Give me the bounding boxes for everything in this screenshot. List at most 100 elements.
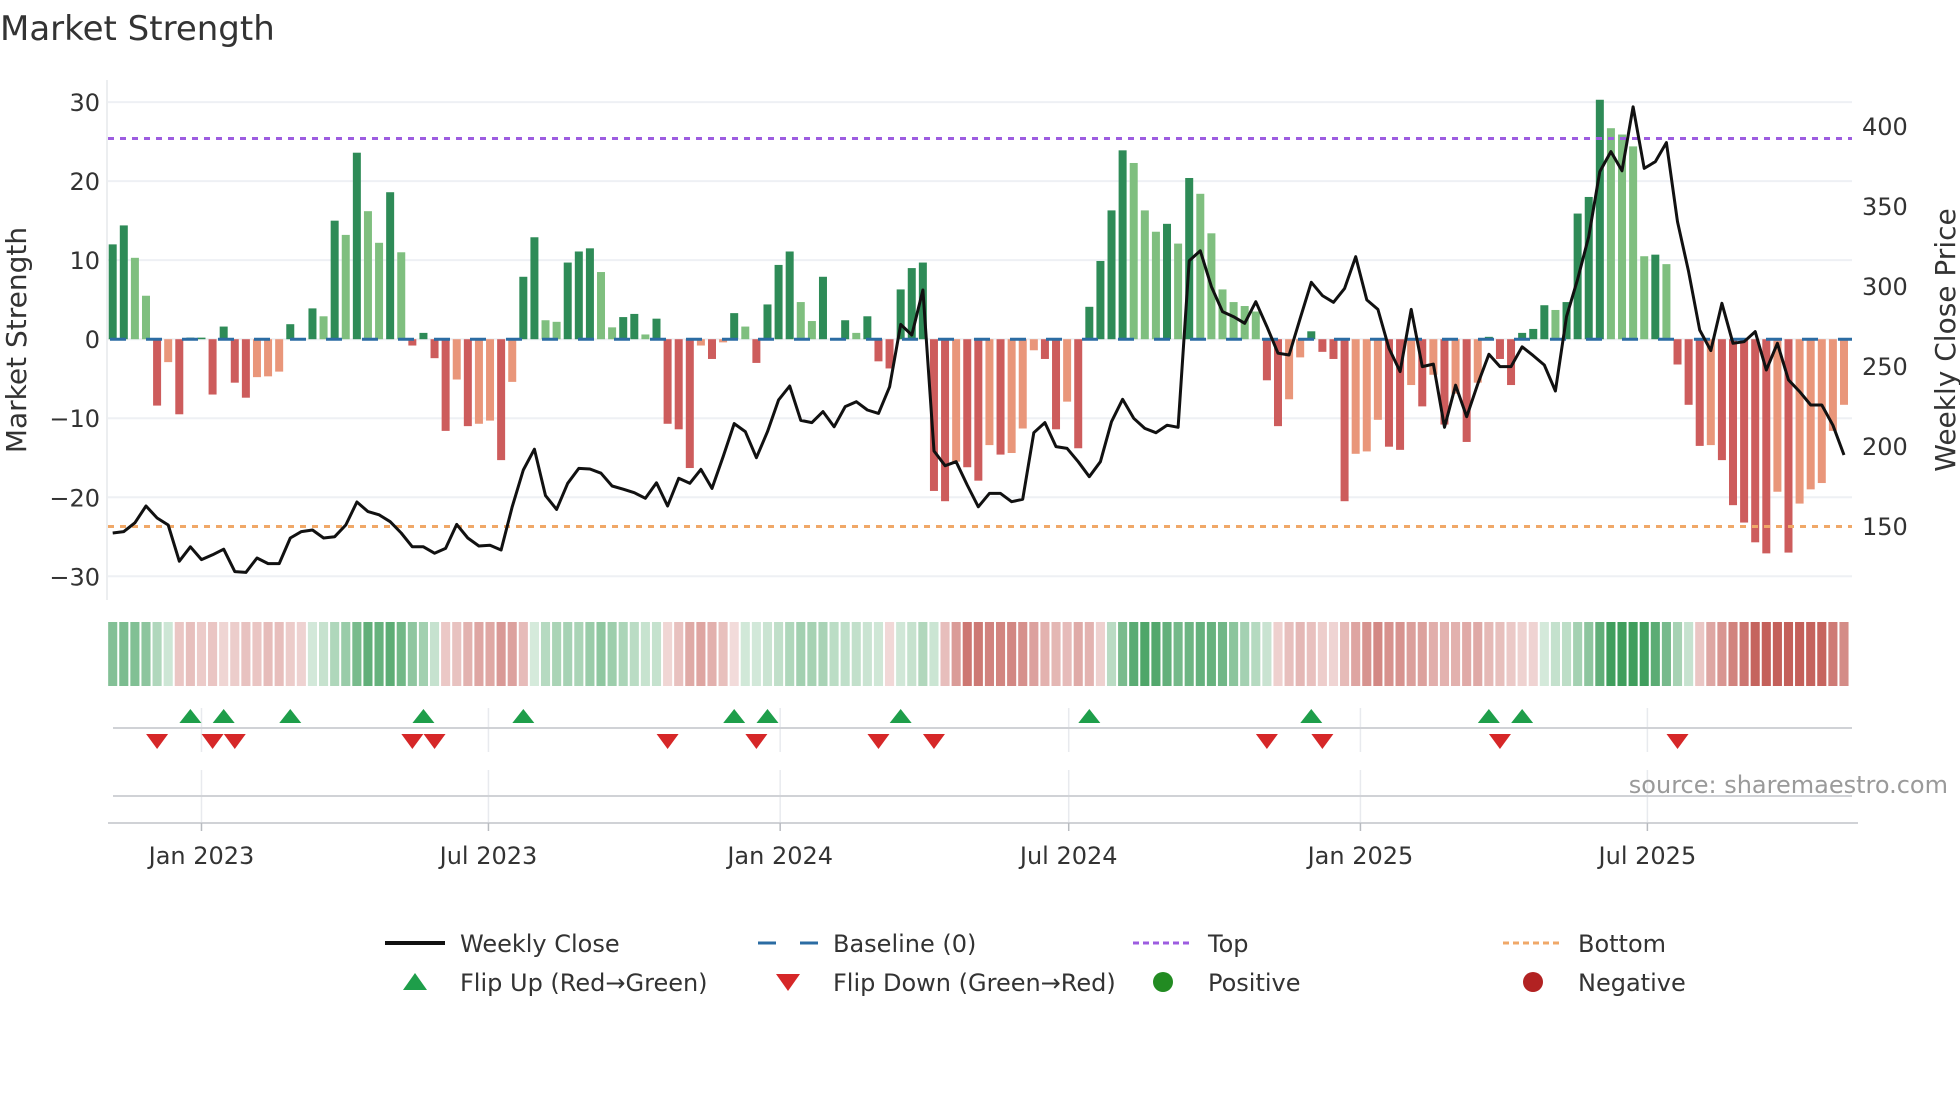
- heat-strip-cell: [1229, 622, 1239, 686]
- heat-strip-cell: [840, 622, 850, 686]
- heat-strip-cell: [230, 622, 240, 686]
- heat-strip-cell: [1340, 622, 1350, 686]
- heat-strip-cell: [973, 622, 983, 686]
- legend-triangle-down-icon: [776, 974, 800, 991]
- strength-bar-negative: [1007, 339, 1016, 454]
- heat-strip-cell: [796, 622, 806, 686]
- flip-down-marker: [656, 734, 679, 749]
- strength-bar-negative: [1052, 339, 1061, 430]
- strength-bar-positive: [741, 326, 750, 340]
- strength-heat-strip: [108, 622, 1849, 686]
- flip-up-marker: [179, 709, 202, 723]
- strength-bar-negative: [1717, 339, 1726, 461]
- strength-bar-positive: [1085, 306, 1094, 340]
- strength-bar-negative: [1839, 339, 1848, 405]
- heat-strip-cell: [1084, 622, 1094, 686]
- strength-bar-positive: [1640, 256, 1649, 340]
- strength-bar-positive: [785, 251, 794, 340]
- heat-strip-cell: [252, 622, 262, 686]
- strength-bar-negative: [1462, 339, 1471, 442]
- heat-strip-cell: [1007, 622, 1017, 686]
- heat-strip-cell: [640, 622, 650, 686]
- legend-circle-icon: [1523, 972, 1543, 992]
- strength-bar-positive: [1540, 305, 1549, 340]
- legend-item: Negative: [1523, 969, 1686, 997]
- legend-label: Baseline (0): [833, 930, 976, 958]
- heat-strip-cell: [1772, 622, 1782, 686]
- strength-bar-positive: [852, 332, 861, 340]
- strength-bar-negative: [1706, 339, 1715, 446]
- strength-bar-negative: [1351, 339, 1360, 454]
- heat-strip-cell: [174, 622, 184, 686]
- heat-strip-cell: [1550, 622, 1560, 686]
- heat-strip-cell: [429, 622, 440, 686]
- heat-strip-cell: [1695, 622, 1705, 686]
- flip-up-marker: [279, 709, 302, 723]
- flip-down-marker: [1488, 734, 1511, 749]
- heat-strip-cell: [1151, 622, 1161, 686]
- heat-strip-cell: [951, 622, 961, 686]
- heat-strip-cell: [418, 622, 428, 686]
- flip-up-marker: [512, 709, 535, 723]
- strength-bar-positive: [1229, 302, 1238, 340]
- strength-bar-negative: [1262, 339, 1271, 381]
- strength-bar-negative: [508, 339, 517, 382]
- strength-bar-negative: [1063, 339, 1072, 402]
- strength-bar-positive: [1163, 223, 1172, 340]
- heat-strip-cell: [1462, 622, 1472, 686]
- strength-bar-negative: [1029, 339, 1038, 351]
- flip-down-marker: [423, 734, 446, 749]
- source-note: source: sharemaestro.com: [1629, 771, 1948, 799]
- strength-bar-positive: [1196, 193, 1205, 340]
- heat-strip-cell: [607, 622, 617, 686]
- flip-up-marker: [412, 709, 435, 723]
- legend-item: Flip Up (Red→Green): [403, 969, 708, 997]
- strength-bar-positive: [652, 318, 661, 340]
- flip-down-marker: [201, 734, 224, 749]
- heat-strip-cell: [1406, 622, 1416, 686]
- heat-strip-cell: [152, 622, 162, 686]
- strength-bar-negative: [1695, 339, 1704, 446]
- heat-strip-cell: [1328, 622, 1339, 686]
- heat-strip-cell: [574, 622, 584, 686]
- heat-strip-cell: [674, 622, 684, 686]
- heat-strip-cell: [1040, 622, 1050, 686]
- heat-strip-cell: [762, 622, 773, 686]
- x-tick-label: Jul 2024: [1018, 842, 1118, 870]
- heat-strip-cell: [507, 622, 517, 686]
- heat-strip-cell: [618, 622, 628, 686]
- flip-down-marker: [401, 734, 424, 749]
- strength-bar-negative: [1329, 339, 1338, 359]
- heat-strip-cell: [296, 622, 306, 686]
- strength-bar-positive: [807, 321, 816, 340]
- heat-strip-cell: [807, 622, 817, 686]
- strength-bar-positive: [1107, 210, 1116, 340]
- strength-bar-positive: [519, 276, 528, 340]
- heat-strip-cell: [984, 622, 994, 686]
- heat-strip-cell: [596, 622, 606, 686]
- left-axis-ticks: 30 20 10 0 −10 −20 −30: [49, 89, 100, 591]
- heat-strip-cell: [1839, 622, 1849, 686]
- strength-bar-positive: [130, 257, 139, 340]
- heat-strip-cell: [1806, 622, 1816, 686]
- strength-bar-positive: [386, 192, 395, 340]
- heat-strip-cell: [1295, 622, 1305, 686]
- legend-label: Negative: [1578, 969, 1686, 997]
- strength-bar-positive: [541, 320, 550, 340]
- strength-bar-negative: [153, 339, 162, 406]
- y-tick-label: −30: [49, 563, 100, 591]
- flip-down-marker: [223, 734, 246, 749]
- flip-down-marker: [1666, 734, 1689, 749]
- heat-strip-cell: [1606, 622, 1616, 686]
- heat-strip-cell: [274, 622, 284, 686]
- strength-bar-positive: [841, 320, 850, 340]
- strength-bar-negative: [963, 339, 972, 468]
- strength-bar-positive: [352, 152, 361, 340]
- heat-strip-cell: [563, 622, 573, 686]
- heat-strip-cell: [1817, 622, 1827, 686]
- y-tick-label: −10: [49, 405, 100, 433]
- y-tick-label: 0: [85, 326, 100, 354]
- right-axis-ticks: 400 350 300 250 200 150: [1862, 113, 1908, 541]
- heat-strip-cell: [818, 622, 828, 686]
- strength-bar-positive: [319, 316, 328, 340]
